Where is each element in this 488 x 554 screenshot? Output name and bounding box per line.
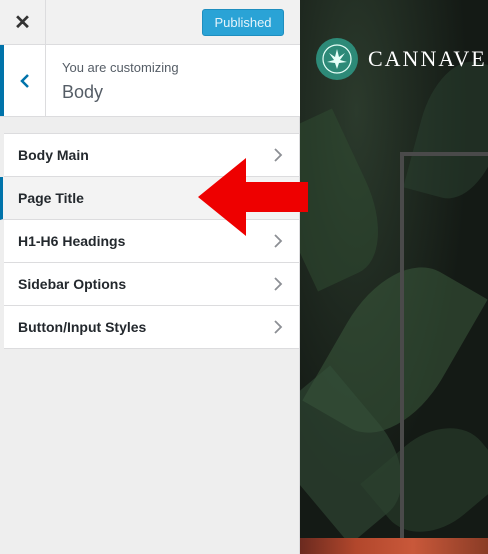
hero-frame bbox=[400, 152, 488, 542]
back-button[interactable] bbox=[0, 45, 46, 116]
site-name: CANNAVE bbox=[368, 46, 487, 71]
customizing-label: You are customizing bbox=[62, 60, 179, 75]
menu-item-label: H1-H6 Headings bbox=[18, 233, 126, 249]
menu-item-sidebar-options[interactable]: Sidebar Options bbox=[4, 263, 299, 306]
section-header: You are customizing Body bbox=[0, 45, 300, 117]
menu-item-label: Body Main bbox=[18, 147, 89, 163]
published-button[interactable]: Published bbox=[202, 9, 284, 36]
menu-item-label: Button/Input Styles bbox=[18, 319, 147, 335]
background-leaf bbox=[300, 108, 400, 292]
menu-item-button-input-styles[interactable]: Button/Input Styles bbox=[4, 306, 299, 349]
customizer-topbar: ✕ Published bbox=[0, 0, 300, 45]
red-arrow-annotation bbox=[198, 158, 308, 236]
section-title: Body bbox=[62, 82, 104, 102]
menu-item-label: Page Title bbox=[18, 190, 84, 206]
site-brand[interactable]: CANNAVE bbox=[316, 38, 487, 80]
chevron-left-icon bbox=[19, 73, 29, 88]
cannabis-leaf-icon bbox=[316, 38, 358, 80]
close-icon: ✕ bbox=[14, 11, 31, 34]
customizer-sidebar: ✕ Published You are customizing Body Bod… bbox=[0, 0, 300, 554]
chevron-right-icon bbox=[274, 320, 283, 334]
close-button[interactable]: ✕ bbox=[0, 0, 46, 44]
chevron-right-icon bbox=[274, 277, 283, 291]
site-preview[interactable]: CANNAVE bbox=[300, 0, 488, 554]
menu-item-label: Sidebar Options bbox=[18, 276, 127, 292]
preview-bottom-image bbox=[300, 538, 488, 554]
